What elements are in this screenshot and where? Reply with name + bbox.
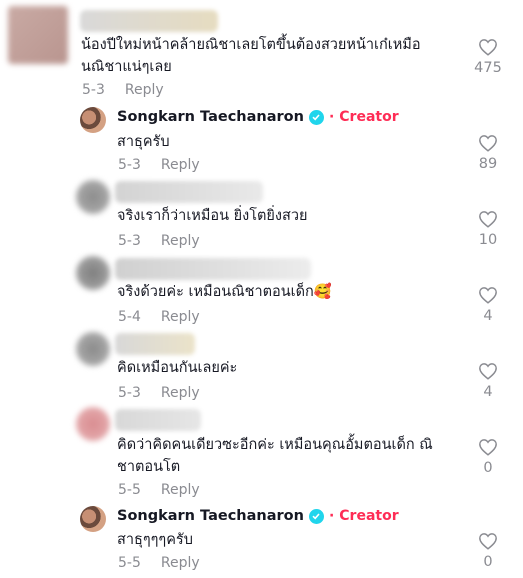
separator-dot: ·	[328, 109, 335, 125]
avatar[interactable]	[76, 256, 110, 290]
like-count: 89	[478, 156, 498, 172]
reply-button[interactable]: Reply	[161, 482, 200, 498]
comment-date: 5-3	[118, 233, 141, 249]
comment-date: 5-3	[118, 385, 141, 401]
comment-date: 5-3	[118, 157, 141, 173]
separator-dot: ·	[328, 508, 335, 524]
avatar[interactable]	[76, 332, 110, 366]
author-name[interactable]: Songkarn Taechanaron	[117, 109, 304, 125]
comment-meta: 5-3 Reply	[82, 82, 164, 98]
like-button[interactable]: 0	[468, 438, 508, 476]
comment-text: สาธุๆๆๆครับ	[117, 532, 193, 548]
avatar[interactable]	[8, 6, 68, 64]
heart-icon	[479, 533, 497, 550]
author-name[interactable]: Songkarn Taechanaron	[117, 508, 304, 524]
reply-button[interactable]: Reply	[161, 385, 200, 401]
like-count: 4	[483, 308, 493, 324]
username-blurred[interactable]	[115, 333, 195, 355]
comment-text: น้องปีใหม่หน้าคล้ายณิชาเลยโตขึ้นต้องสวยห…	[81, 37, 421, 75]
username-blurred[interactable]	[80, 10, 218, 32]
username-blurred[interactable]	[115, 258, 311, 280]
like-button[interactable]: 4	[468, 286, 508, 324]
heart-icon	[479, 363, 497, 380]
comment-meta: 5-4 Reply	[118, 309, 200, 325]
comment-text: จริงด้วยค่ะ เหมือนณิชาตอนเด็ก🥰	[117, 284, 332, 300]
reply-button[interactable]: Reply	[161, 157, 200, 173]
username-blurred[interactable]	[115, 181, 263, 203]
like-count: 0	[483, 460, 493, 476]
like-count: 10	[478, 232, 498, 248]
comment-text: สาธุครับ	[117, 134, 170, 150]
heart-icon	[479, 287, 497, 304]
comment-meta: 5-3 Reply	[118, 233, 200, 249]
creator-avatar[interactable]	[80, 506, 106, 532]
heart-icon	[479, 135, 497, 152]
reply-button[interactable]: Reply	[161, 555, 200, 571]
reply-button[interactable]: Reply	[161, 309, 200, 325]
avatar[interactable]	[76, 180, 110, 214]
author-row: Songkarn Taechanaron · Creator	[117, 508, 399, 524]
comment-meta: 5-3 Reply	[118, 385, 200, 401]
comment-text: จริงเราก็ว่าเหมือน ยิ่งโตยิ่งสวย	[117, 208, 308, 224]
reply-button[interactable]: Reply	[161, 233, 200, 249]
creator-avatar[interactable]	[80, 107, 106, 133]
verified-icon	[308, 508, 324, 524]
like-button[interactable]: 10	[468, 210, 508, 248]
like-button[interactable]: 4	[468, 362, 508, 400]
comment-meta: 5-5 Reply	[118, 555, 200, 571]
comment-text: คิดว่าคิดคนเดียวซะอีกค่ะ เหมือนคุณอั้มตอ…	[117, 437, 433, 475]
creator-badge: Creator	[339, 109, 399, 125]
creator-badge: Creator	[339, 508, 399, 524]
heart-icon	[479, 439, 497, 456]
comment-meta: 5-3 Reply	[118, 157, 200, 173]
username-blurred[interactable]	[115, 409, 201, 431]
like-button[interactable]: 89	[468, 134, 508, 172]
reply-button[interactable]: Reply	[125, 82, 164, 98]
like-button[interactable]: 475	[468, 38, 508, 76]
comment-meta: 5-5 Reply	[118, 482, 200, 498]
like-count: 475	[474, 60, 502, 76]
like-count: 0	[483, 554, 493, 570]
verified-icon	[308, 109, 324, 125]
author-row: Songkarn Taechanaron · Creator	[117, 109, 399, 125]
comment-date: 5-4	[118, 309, 141, 325]
avatar[interactable]	[76, 407, 110, 441]
heart-icon	[479, 211, 497, 228]
comment-date: 5-5	[118, 555, 141, 571]
like-button[interactable]: 0	[468, 532, 508, 570]
comment-date: 5-3	[82, 82, 105, 98]
comment-text: คิดเหมือนกันเลยค่ะ	[117, 360, 238, 376]
comment-date: 5-5	[118, 482, 141, 498]
heart-icon	[479, 39, 497, 56]
like-count: 4	[483, 384, 493, 400]
